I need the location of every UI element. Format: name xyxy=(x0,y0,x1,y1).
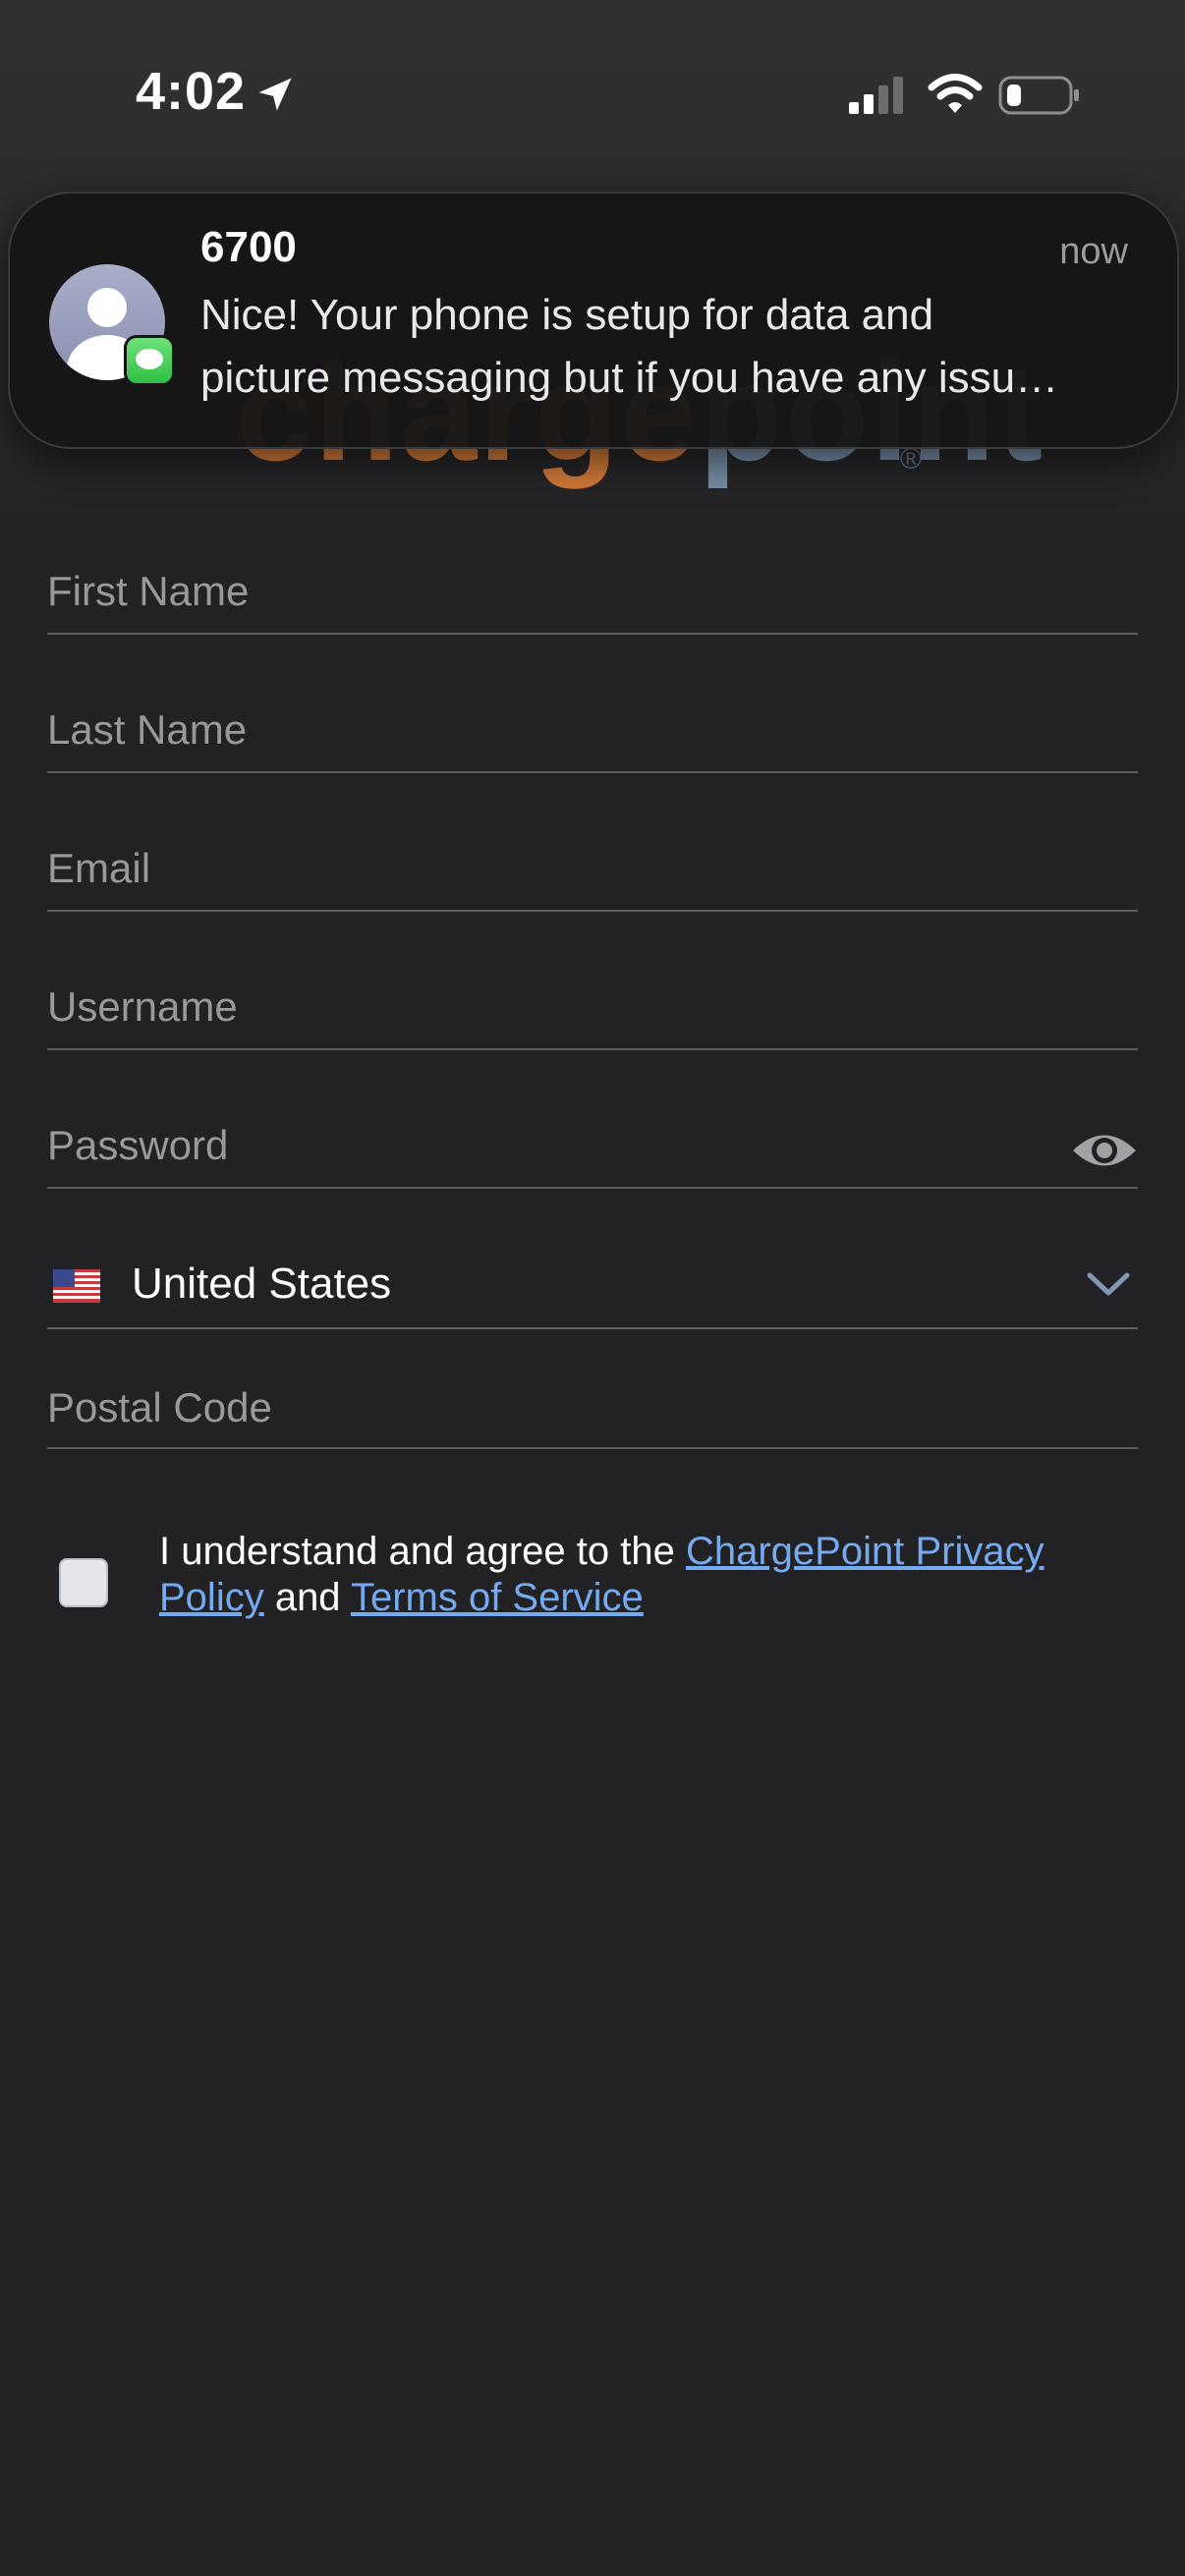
notification-body-line: picture messaging but if you have any is… xyxy=(200,354,1059,402)
password-field[interactable] xyxy=(47,1104,1138,1189)
wifi-icon xyxy=(928,74,983,113)
email-field[interactable] xyxy=(47,827,1138,912)
logo-registered-mark: ® xyxy=(899,443,924,476)
battery-icon xyxy=(998,76,1079,115)
agree-terms-checkbox[interactable] xyxy=(59,1558,108,1607)
first-name-input[interactable] xyxy=(47,550,1030,633)
email-input[interactable] xyxy=(47,827,1030,910)
postal-code-field[interactable] xyxy=(47,1369,1138,1449)
country-selected-value: United States xyxy=(132,1260,392,1308)
show-password-eye-icon[interactable] xyxy=(1071,1126,1138,1175)
country-select[interactable]: United States xyxy=(47,1234,1138,1329)
username-field[interactable] xyxy=(47,966,1138,1050)
first-name-field[interactable] xyxy=(47,550,1138,635)
notification-body-line: Nice! Your phone is setup for data and xyxy=(200,291,934,339)
agreement-text: I understand and agree to the ChargePoin… xyxy=(159,1529,1093,1621)
agreement-prefix: I understand and agree to the xyxy=(159,1530,686,1573)
messages-app-icon xyxy=(124,335,175,386)
message-notification[interactable]: 6700 now Nice! Your phone is setup for d… xyxy=(8,192,1179,449)
last-name-input[interactable] xyxy=(47,689,1030,771)
location-arrow-icon xyxy=(258,78,292,111)
terms-of-service-link[interactable]: Terms of Service xyxy=(351,1576,644,1619)
cellular-signal-icon xyxy=(849,77,903,114)
status-time: 4:02 xyxy=(136,62,247,121)
us-flag-icon xyxy=(53,1269,100,1303)
notification-time: now xyxy=(1059,231,1128,272)
postal-code-input[interactable] xyxy=(47,1369,1030,1447)
status-bar: 4:02 xyxy=(0,0,1185,187)
agreement-conjunction: and xyxy=(263,1576,351,1619)
last-name-field[interactable] xyxy=(47,689,1138,773)
chevron-down-icon[interactable] xyxy=(1087,1271,1130,1297)
notification-sender: 6700 xyxy=(200,223,297,271)
notification-body: Nice! Your phone is setup for data and p… xyxy=(200,284,1144,410)
password-input[interactable] xyxy=(47,1104,1030,1187)
username-input[interactable] xyxy=(47,966,1030,1048)
